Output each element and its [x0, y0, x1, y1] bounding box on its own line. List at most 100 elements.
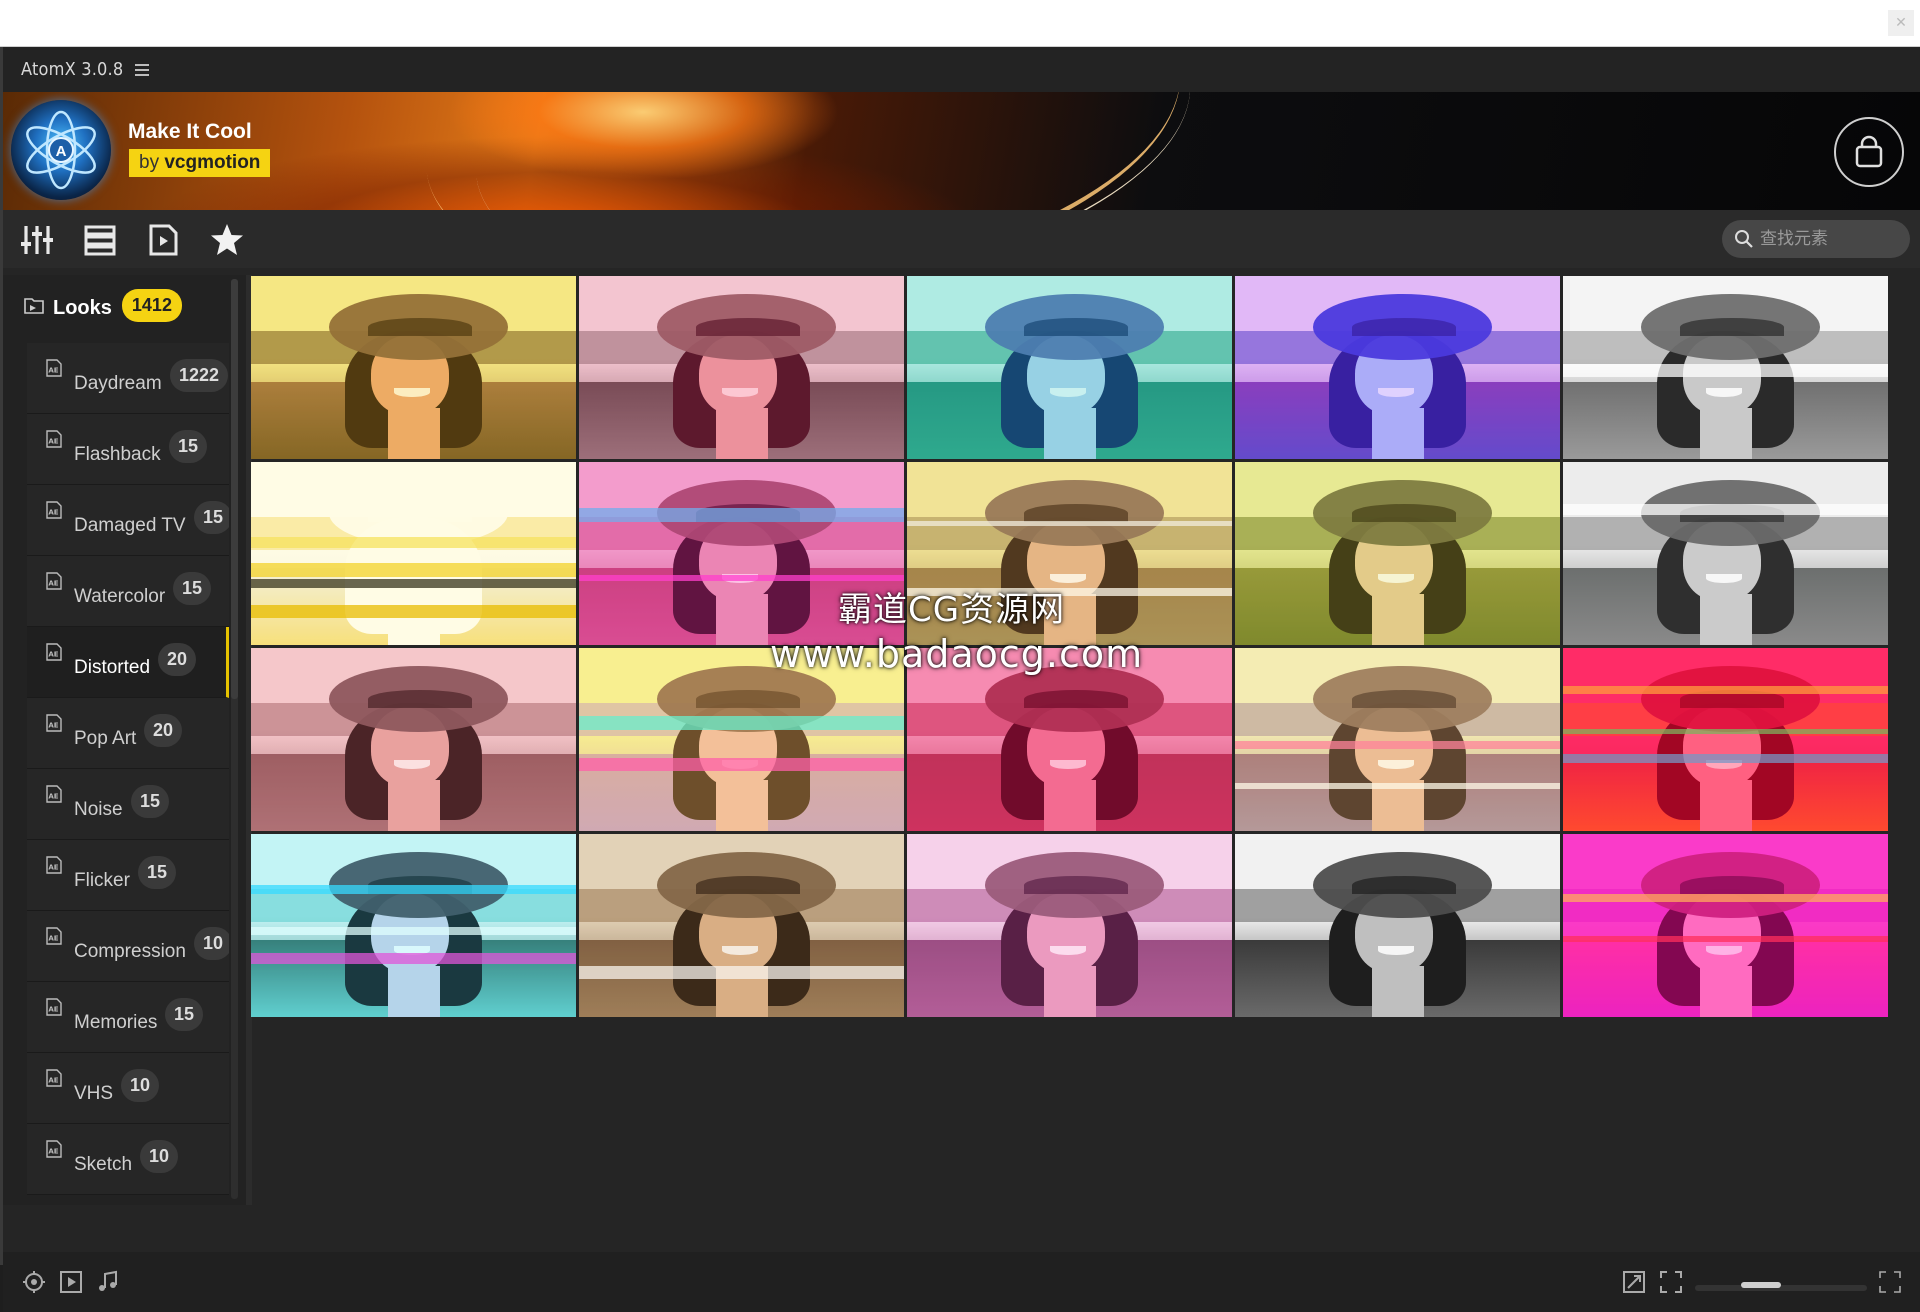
- target-icon: [23, 1271, 45, 1293]
- sidebar-item-pop-art[interactable]: AE Pop Art 20: [27, 698, 229, 769]
- preset-thumbnail[interactable]: [251, 834, 576, 1017]
- sidebar-item-label: Flicker: [74, 870, 130, 891]
- title-bar: AtomX 3.0.8: [3, 47, 1920, 92]
- preset-thumbnail[interactable]: [907, 834, 1232, 1017]
- list-tool-button[interactable]: [82, 222, 118, 258]
- list-icon: [84, 225, 116, 256]
- preset-thumbnail[interactable]: [1235, 834, 1560, 1017]
- sidebar-item-count: 1222: [170, 359, 229, 392]
- expand-button[interactable]: [1877, 1269, 1903, 1295]
- sidebar-item-label: Sketch: [74, 1154, 133, 1175]
- preset-thumbnail[interactable]: [579, 834, 904, 1017]
- sidebar-item-count: 15: [131, 785, 170, 818]
- preset-thumbnail[interactable]: [1235, 648, 1560, 831]
- sliders-icon: [21, 226, 53, 254]
- sidebar-item-noise[interactable]: AE Noise 15: [27, 769, 229, 840]
- sidebar-item-label: Watercolor: [74, 586, 166, 607]
- app-title: AtomX 3.0.8: [21, 59, 124, 80]
- after-effects-file-icon: AE: [46, 785, 62, 803]
- preset-thumbnail[interactable]: [907, 276, 1232, 459]
- music-note-icon: [99, 1270, 117, 1291]
- after-effects-file-icon: AE: [46, 856, 62, 874]
- sidebar-item-distorted[interactable]: AE Distorted 20: [27, 627, 229, 698]
- target-button[interactable]: [21, 1269, 47, 1295]
- sidebar-scrollbar[interactable]: [231, 279, 238, 1199]
- sidebar-item-memories[interactable]: AE Memories 15: [27, 982, 229, 1053]
- folder-icon: [24, 297, 44, 314]
- svg-text:AE: AE: [48, 367, 58, 375]
- sidebar-item-vhs[interactable]: AE VHS 10: [27, 1053, 229, 1124]
- sidebar-root-looks[interactable]: Looks 1412: [23, 289, 182, 322]
- after-effects-file-icon: AE: [46, 998, 62, 1016]
- sidebar-root-label: Looks: [53, 297, 112, 319]
- preset-thumbnail[interactable]: [1563, 462, 1888, 645]
- sidebar-item-count: 10: [140, 1140, 179, 1173]
- after-effects-file-icon: AE: [46, 927, 62, 945]
- preset-thumbnail[interactable]: [1563, 834, 1888, 1017]
- play-preview-button[interactable]: [58, 1269, 84, 1295]
- hamburger-icon[interactable]: [135, 63, 150, 76]
- sidebar-item-label: Pop Art: [74, 728, 137, 749]
- pack-banner: A Make It Cool by vcgmotion: [3, 92, 1920, 210]
- shopping-bag-icon: [1855, 135, 1883, 168]
- pack-title: Make It Cool: [128, 120, 252, 143]
- preset-thumbnail[interactable]: [1235, 462, 1560, 645]
- sidebar-item-compression[interactable]: AE Compression 10: [27, 911, 229, 982]
- shop-button[interactable]: [1834, 117, 1904, 187]
- media-tool-button[interactable]: [145, 222, 181, 258]
- after-effects-file-icon: AE: [46, 643, 62, 661]
- preset-thumbnail[interactable]: [1563, 276, 1888, 459]
- pack-author-badge[interactable]: by vcgmotion: [129, 149, 271, 177]
- sidebar-item-label: Noise: [74, 799, 123, 820]
- thumbnail-size-slider[interactable]: [1695, 1282, 1867, 1291]
- sidebar-item-flashback[interactable]: AE Flashback 15: [27, 414, 229, 485]
- after-effects-file-icon: AE: [46, 430, 62, 448]
- search-icon: [1735, 230, 1753, 248]
- preset-thumbnail[interactable]: [579, 276, 904, 459]
- sidebar-item-damaged-tv[interactable]: AE Damaged TV 15: [27, 485, 229, 556]
- search-input[interactable]: [1758, 228, 1902, 250]
- sidebar-item-count: 20: [144, 714, 183, 747]
- play-icon: [60, 1271, 82, 1293]
- sliders-tool-button[interactable]: [19, 222, 55, 258]
- svg-text:AE: AE: [48, 722, 58, 730]
- preset-thumbnail[interactable]: [1563, 648, 1888, 831]
- search-box[interactable]: [1722, 220, 1910, 258]
- slider-knob[interactable]: [1741, 1282, 1781, 1288]
- after-effects-file-icon: AE: [46, 359, 62, 377]
- svg-text:AE: AE: [48, 793, 58, 801]
- svg-text:AE: AE: [48, 509, 58, 517]
- sidebar-item-daydream[interactable]: AE Daydream 1222: [27, 343, 229, 414]
- sidebar-item-count: 10: [194, 927, 229, 960]
- svg-text:AE: AE: [48, 651, 58, 659]
- sidebar-item-count: 15: [194, 501, 229, 534]
- os-close-icon[interactable]: ✕: [1888, 10, 1914, 36]
- category-list: AE Daydream 1222 AE Flashback 15 AE Damaged TV 1…: [27, 343, 229, 1195]
- svg-text:AE: AE: [48, 1077, 58, 1085]
- svg-text:AE: AE: [48, 580, 58, 588]
- resize-button[interactable]: [1621, 1269, 1647, 1295]
- preset-thumbnail[interactable]: [251, 462, 576, 645]
- favorites-tool-button[interactable]: [209, 222, 245, 258]
- sidebar-root-count: 1412: [121, 289, 182, 322]
- resize-icon: [1623, 1271, 1645, 1293]
- preset-thumbnail[interactable]: [1235, 276, 1560, 459]
- audio-button[interactable]: [95, 1269, 121, 1295]
- after-effects-file-icon: AE: [46, 501, 62, 519]
- sidebar-item-watercolor[interactable]: AE Watercolor 15: [27, 556, 229, 627]
- sidebar-item-count: 15: [138, 856, 177, 889]
- sidebar-item-count: 20: [158, 643, 197, 676]
- sidebar-scroll-thumb[interactable]: [231, 279, 238, 699]
- sidebar-item-sketch[interactable]: AE Sketch 10: [27, 1124, 229, 1195]
- preset-thumbnail[interactable]: [251, 276, 576, 459]
- sidebar-item-count: 10: [121, 1069, 160, 1102]
- preset-thumbnail[interactable]: [251, 648, 576, 831]
- svg-text:AE: AE: [48, 1148, 58, 1156]
- sidebar-item-flicker[interactable]: AE Flicker 15: [27, 840, 229, 911]
- sidebar-item-label: VHS: [74, 1083, 114, 1104]
- fullscreen-button[interactable]: [1658, 1269, 1684, 1295]
- sidebar-item-label: Flashback: [74, 444, 161, 465]
- svg-text:AE: AE: [48, 864, 58, 872]
- fullscreen-icon: [1660, 1271, 1682, 1293]
- sidebar-item-count: 15: [165, 998, 204, 1031]
